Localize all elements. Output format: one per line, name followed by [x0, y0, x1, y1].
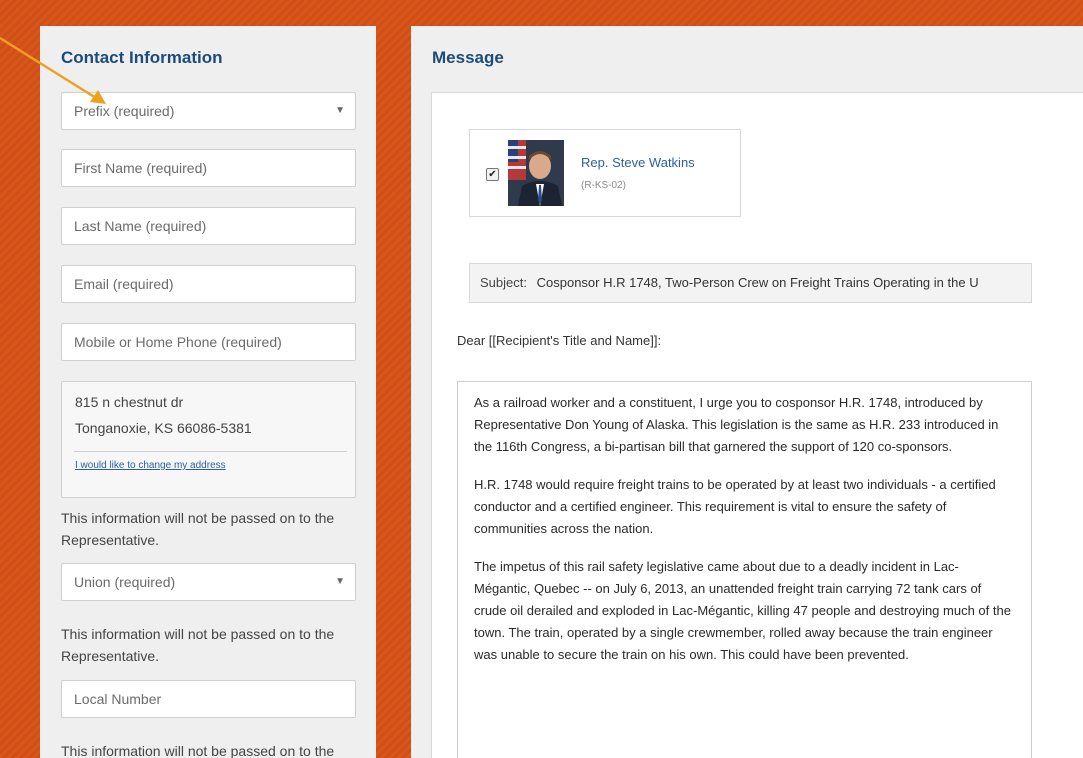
message-card: ✔ Rep. Steve Watkins (R-KS-02) Subject: …	[431, 92, 1083, 758]
address-box: 815 n chestnut dr Tonganoxie, KS 66086-5…	[61, 381, 356, 498]
recipient-name[interactable]: Rep. Steve Watkins	[581, 155, 695, 170]
recipient-photo	[508, 140, 564, 206]
recipient-checkbox[interactable]: ✔	[486, 168, 499, 181]
message-paragraph: H.R. 1748 would require freight trains t…	[474, 477, 996, 536]
union-select-label: Union (required)	[74, 574, 176, 590]
address-line-1: 815 n chestnut dr	[75, 394, 184, 410]
contact-panel: Contact Information Prefix (required) ▼ …	[40, 26, 376, 758]
change-address-link[interactable]: I would like to change my address	[75, 460, 226, 471]
last-name-placeholder: Last Name (required)	[74, 218, 207, 234]
message-body[interactable]: As a railroad worker and a constituent, …	[457, 381, 1032, 758]
phone-field[interactable]: Mobile or Home Phone (required)	[61, 323, 356, 361]
local-number-placeholder: Local Number	[74, 691, 162, 707]
address-line-2: Tonganoxie, KS 66086-5381	[75, 420, 252, 436]
prefix-select-label: Prefix (required)	[74, 103, 175, 119]
portrait-image	[508, 140, 564, 206]
privacy-note-2: This information will not be passed on t…	[61, 626, 335, 664]
message-heading: Message	[432, 48, 504, 67]
first-name-placeholder: First Name (required)	[74, 160, 208, 176]
union-select[interactable]: Union (required) ▼	[61, 563, 356, 601]
chevron-down-icon: ▼	[335, 576, 345, 587]
message-paragraph: As a railroad worker and a constituent, …	[474, 395, 999, 454]
privacy-note-1: This information will not be passed on t…	[61, 510, 335, 548]
contact-heading: Contact Information	[61, 48, 223, 67]
email-placeholder: Email (required)	[74, 276, 174, 292]
subject-label: Subject:	[480, 275, 527, 290]
first-name-field[interactable]: First Name (required)	[61, 149, 356, 187]
recipient-card[interactable]: ✔ Rep. Steve Watkins (R-KS-02)	[469, 129, 741, 217]
prefix-select[interactable]: Prefix (required) ▼	[61, 92, 356, 130]
local-number-field[interactable]: Local Number	[61, 680, 356, 718]
phone-placeholder: Mobile or Home Phone (required)	[74, 334, 282, 350]
privacy-note-3: This information will not be passed on t…	[61, 743, 335, 758]
subject-value: Cosponsor H.R 1748, Two-Person Crew on F…	[536, 275, 979, 290]
last-name-field[interactable]: Last Name (required)	[61, 207, 356, 245]
message-paragraph: The impetus of this rail safety legislat…	[474, 559, 1011, 662]
page-stage: Contact Information Prefix (required) ▼ …	[0, 0, 1083, 758]
subject-field[interactable]: Subject: Cosponsor H.R 1748, Two-Person …	[469, 263, 1032, 303]
salutation: Dear [[Recipient's Title and Name]]:	[457, 333, 662, 348]
checkmark-icon: ✔	[488, 169, 497, 180]
address-divider	[74, 451, 347, 452]
chevron-down-icon: ▼	[335, 105, 345, 116]
email-field[interactable]: Email (required)	[61, 265, 356, 303]
recipient-district: (R-KS-02)	[581, 180, 627, 191]
message-panel: Message ✔ Rep. Steve Watkins (R-KS-02) S…	[411, 26, 1083, 758]
